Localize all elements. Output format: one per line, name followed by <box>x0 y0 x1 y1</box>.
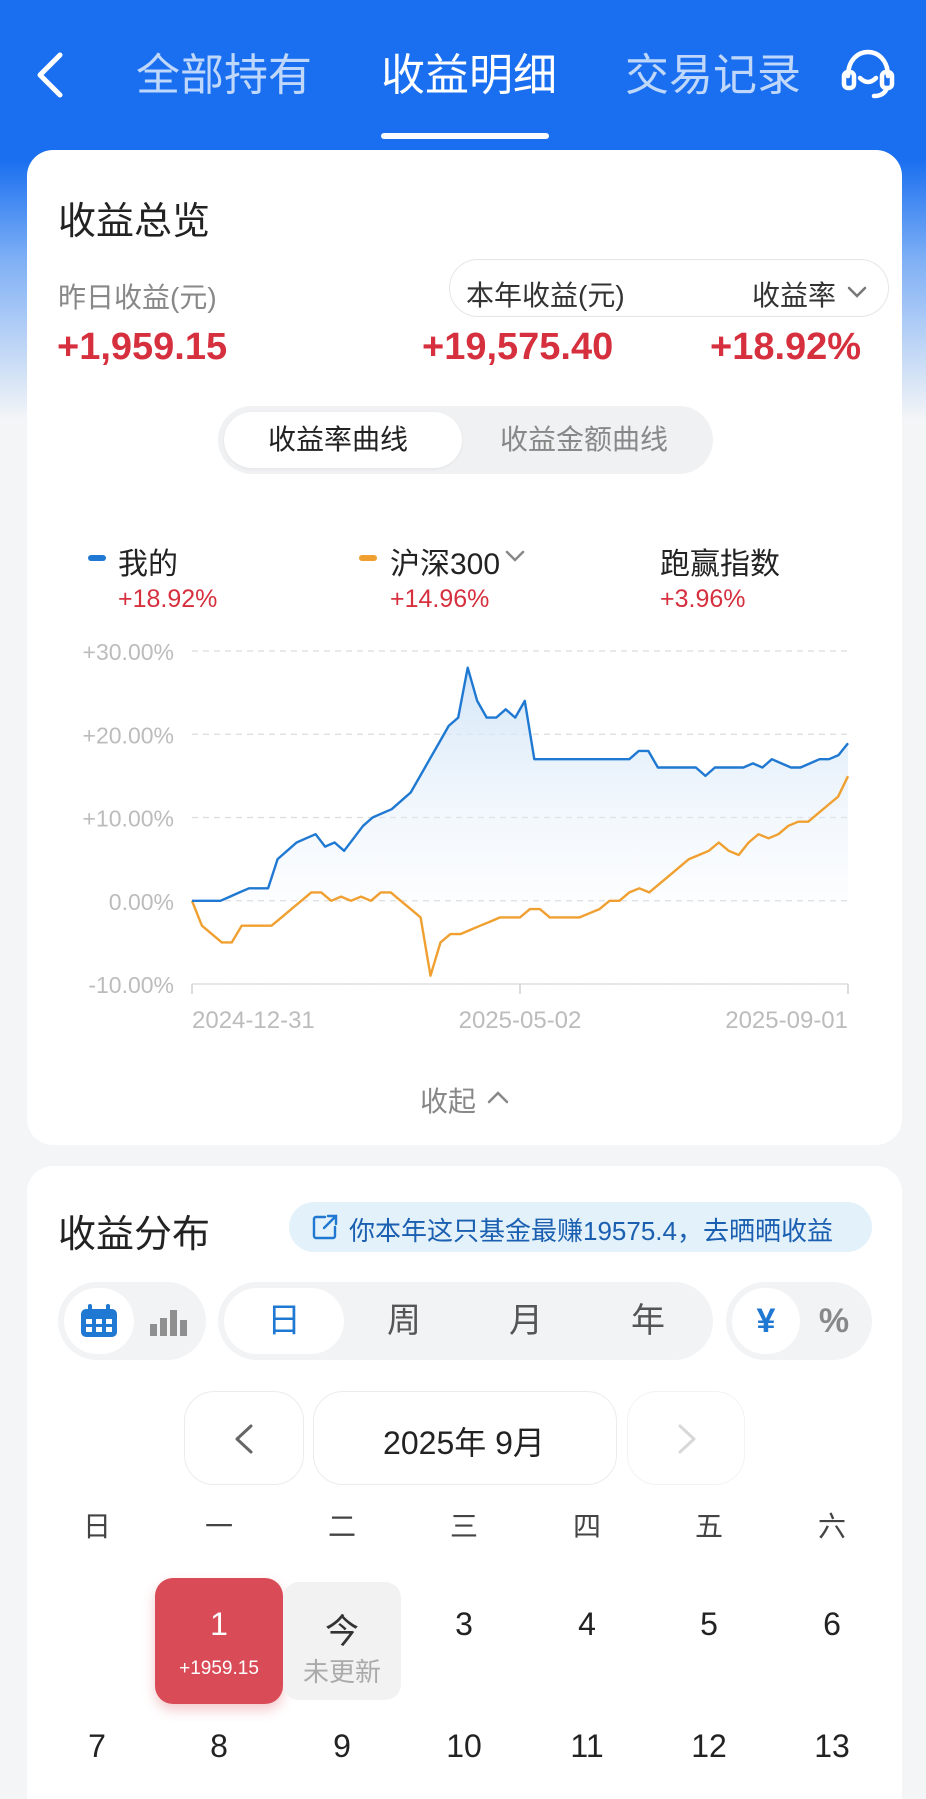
tab-amount-curve[interactable]: 收益金额曲线 <box>500 406 668 474</box>
tab-rate-curve[interactable]: 收益率曲线 <box>268 406 408 474</box>
prev-month-button[interactable] <box>184 1391 304 1485</box>
tab-week[interactable]: 周 <box>344 1282 464 1360</box>
chevron-left-icon <box>235 1424 253 1454</box>
share-icon <box>312 1214 338 1240</box>
legend-excess-name: 跑赢指数 <box>660 548 780 581</box>
period-toggle: 日 周 月 年 <box>218 1282 713 1360</box>
rate-label[interactable]: 收益率 <box>752 274 836 314</box>
calendar-day-selected[interactable]: 1 +1959.15 <box>155 1578 283 1704</box>
year-profit-label: 本年收益(元) <box>466 280 625 311</box>
month-label: 2025年 9月 <box>383 1425 545 1461</box>
customer-service-icon[interactable] <box>838 44 898 104</box>
top-nav: 全部持有 收益明细 交易记录 <box>0 0 926 160</box>
weekday-sun: 日 <box>82 1511 111 1542</box>
x-tick-label: 2025-05-02 <box>459 1007 582 1030</box>
day-profit: +1959.15 <box>179 1658 259 1679</box>
legend-excess-value: +3.96% <box>660 585 746 613</box>
chevron-right-icon <box>678 1424 696 1454</box>
legend-mine-name: 我的 <box>118 548 178 581</box>
today-label: 今 <box>325 1613 359 1651</box>
curve-type-toggle: 收益率曲线 收益金额曲线 <box>218 406 713 474</box>
today-status: 未更新 <box>302 1657 381 1687</box>
yesterday-profit-value: +1,959.15 <box>57 326 228 368</box>
x-tick-label: 2025-09-01 <box>725 1007 848 1030</box>
legend-mine-marker <box>88 555 106 561</box>
unit-toggle: ¥ % <box>726 1282 872 1360</box>
collapse-label[interactable]: 收起 <box>420 1080 476 1120</box>
calendar-day[interactable]: 10 <box>424 1728 504 1765</box>
calendar-day[interactable]: 6 <box>792 1606 872 1643</box>
calendar-day[interactable]: 13 <box>792 1728 872 1765</box>
weekday-sat: 六 <box>817 1511 846 1542</box>
year-profit-value: +19,575.40 <box>422 326 614 368</box>
y-tick-label: 0.00% <box>109 889 174 915</box>
calendar-day[interactable]: 3 <box>424 1606 504 1643</box>
weekday-thu: 四 <box>572 1511 601 1542</box>
tab-underline <box>381 133 549 139</box>
calendar-icon[interactable] <box>78 1302 120 1340</box>
tab-month[interactable]: 月 <box>466 1282 586 1360</box>
calendar-day[interactable]: 8 <box>179 1728 259 1765</box>
weekday-fri: 五 <box>694 1511 723 1542</box>
weekday-mon: 一 <box>204 1511 233 1542</box>
calendar-day[interactable]: 9 <box>302 1728 382 1765</box>
chevron-down-icon[interactable] <box>846 282 868 302</box>
tab-trade-records[interactable]: 交易记录 <box>625 48 801 104</box>
tab-all-holdings[interactable]: 全部持有 <box>136 48 312 104</box>
calendar-day[interactable]: 7 <box>57 1728 137 1765</box>
calendar-day[interactable]: 11 <box>547 1728 627 1765</box>
legend-index-name[interactable]: 沪深300 <box>390 539 500 583</box>
rate-value: +18.92% <box>710 326 862 368</box>
distribution-title: 收益分布 <box>58 1214 211 1256</box>
share-profit-chip[interactable]: 你本年这只基金最赚19575.4，去晒晒收益 <box>289 1202 872 1252</box>
bar-chart-icon[interactable] <box>148 1304 188 1338</box>
chevron-up-icon[interactable] <box>486 1086 510 1108</box>
y-tick-label: -10.00% <box>88 972 174 998</box>
area-fill <box>192 667 848 901</box>
weekday-wed: 三 <box>449 1511 478 1542</box>
share-text: 你本年这只基金最赚19575.4，去晒晒收益 <box>349 1216 833 1246</box>
overview-title: 收益总览 <box>58 201 211 243</box>
tab-day[interactable]: 日 <box>224 1282 344 1360</box>
calendar-day[interactable]: 5 <box>669 1606 749 1643</box>
next-month-button[interactable] <box>627 1391 745 1485</box>
calendar-day[interactable]: 4 <box>547 1606 627 1643</box>
unit-percent[interactable]: % <box>800 1282 868 1360</box>
view-mode-toggle <box>58 1282 206 1360</box>
legend-mine-value: +18.92% <box>118 585 218 613</box>
month-selector[interactable]: 2025年 9月 <box>313 1391 617 1485</box>
legend-index-value: +14.96% <box>390 585 490 613</box>
yesterday-profit-label: 昨日收益(元) <box>58 282 217 313</box>
y-tick-label: +30.00% <box>83 640 174 665</box>
tab-profit-detail[interactable]: 收益明细 <box>381 48 557 104</box>
chevron-down-icon[interactable] <box>504 546 526 566</box>
legend-index-marker <box>359 555 377 561</box>
y-tick-label: +10.00% <box>83 806 174 832</box>
weekday-tue: 二 <box>327 1511 356 1542</box>
calendar-day-today[interactable]: 今 未更新 <box>283 1582 401 1700</box>
back-icon[interactable] <box>30 45 70 105</box>
unit-yuan[interactable]: ¥ <box>732 1282 800 1360</box>
profit-rate-chart: +30.00% +20.00% +10.00% 0.00% -10.00% 2024-12… <box>83 640 850 1030</box>
tab-year[interactable]: 年 <box>588 1282 708 1360</box>
calendar-day[interactable]: 12 <box>669 1728 749 1765</box>
x-tick-label: 2024-12-31 <box>192 1007 315 1030</box>
day-number: 1 <box>210 1606 228 1642</box>
y-tick-label: +20.00% <box>83 722 174 748</box>
